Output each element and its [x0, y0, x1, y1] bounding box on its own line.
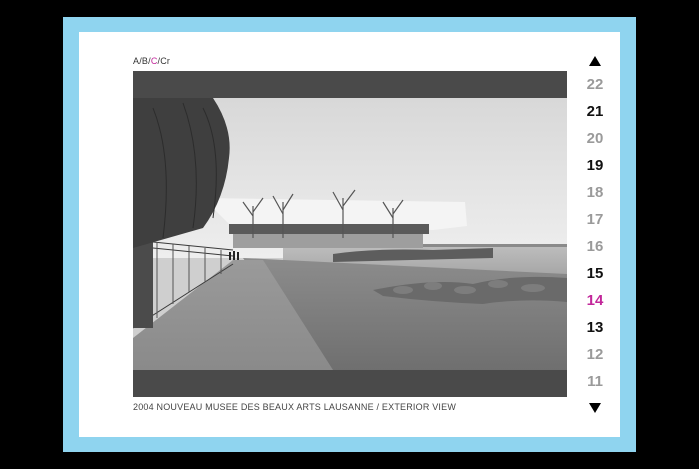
image-caption: 2004 NOUVEAU MUSEE DES BEAUX ARTS LAUSAN…: [133, 402, 457, 412]
breadcrumb-item-c[interactable]: C: [151, 56, 158, 66]
page-number-22[interactable]: 22: [578, 76, 612, 103]
scroll-down-button[interactable]: [588, 402, 602, 414]
page-number-20[interactable]: 20: [578, 130, 612, 157]
breadcrumb: A/B/C/Cr: [133, 56, 170, 66]
scroll-up-button[interactable]: [588, 55, 602, 67]
page-number-21[interactable]: 21: [578, 103, 612, 130]
page-number-19[interactable]: 19: [578, 157, 612, 184]
page-number-list: 22 21 20 19 18 17 16 15 14 13 12 11: [578, 76, 612, 400]
page-number-13[interactable]: 13: [578, 319, 612, 346]
page-number-18[interactable]: 18: [578, 184, 612, 211]
page-number-14-current[interactable]: 14: [578, 292, 612, 319]
page-number-12[interactable]: 12: [578, 346, 612, 373]
page-number-11[interactable]: 11: [578, 373, 612, 400]
breadcrumb-item-cr[interactable]: Cr: [160, 56, 170, 66]
project-photo: [133, 98, 567, 370]
triangle-down-icon: [589, 403, 601, 413]
page-number-17[interactable]: 17: [578, 211, 612, 238]
triangle-up-icon: [589, 56, 601, 66]
lakeshore-photo-image: [133, 98, 567, 370]
page-number-15[interactable]: 15: [578, 265, 612, 292]
page-number-16[interactable]: 16: [578, 238, 612, 265]
